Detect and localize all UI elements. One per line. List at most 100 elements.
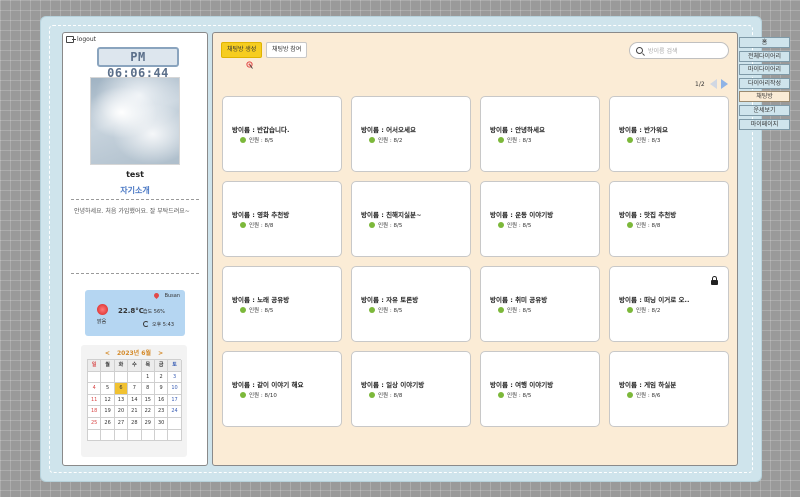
page-indicator: 1/2 — [695, 81, 705, 88]
lock-icon — [711, 276, 718, 285]
side-menu-item[interactable]: 마이페이지 — [739, 118, 790, 130]
room-name: 방이름 : 노래 공유방 — [232, 296, 290, 304]
logout-button[interactable]: logout — [66, 36, 96, 43]
online-dot-icon — [240, 392, 246, 398]
calendar-header: < 2023년 6월 > — [81, 348, 187, 357]
online-dot-icon — [627, 392, 633, 398]
calendar-weekday: 목 — [141, 360, 155, 372]
calendar-day[interactable]: 12 — [101, 394, 115, 407]
side-menu-item[interactable]: 채팅방 — [739, 91, 790, 103]
calendar-day[interactable]: 5 — [101, 383, 115, 395]
calendar-day[interactable]: 9 — [154, 383, 169, 395]
calendar-weekday: 화 — [114, 360, 129, 372]
room-card[interactable]: 방이름 : 게임 하실분 인원 : 8/6 — [609, 351, 729, 427]
calendar-day[interactable]: 30 — [154, 417, 169, 430]
calendar-day[interactable]: 26 — [101, 417, 115, 430]
search-input[interactable] — [648, 45, 726, 57]
calendar-day[interactable]: 7 — [128, 383, 142, 395]
weather-temperature: 22.8°C — [118, 307, 144, 315]
calendar-day — [101, 371, 115, 384]
calendar-day[interactable]: 16 — [154, 394, 169, 407]
search-box[interactable] — [629, 42, 729, 59]
click-cursor-icon — [246, 61, 253, 69]
calendar-day[interactable]: 10 — [168, 383, 182, 395]
room-card[interactable]: 방이름 : 취미 공유방 인원 : 8/5 — [480, 266, 600, 342]
calendar-next-button[interactable]: > — [153, 350, 168, 357]
calendar-day[interactable]: 21 — [128, 406, 142, 418]
calendar-day — [114, 429, 129, 442]
side-menu-item[interactable]: 마이다이어리 — [739, 64, 790, 76]
room-card[interactable]: 방이름 : 반갑습니다. 인원 : 8/5 — [222, 96, 342, 172]
join-room-button[interactable]: 채팅방 참여 — [266, 42, 308, 58]
next-page-arrow-icon[interactable] — [721, 79, 728, 89]
side-menu-item[interactable]: 운세보기 — [739, 104, 790, 116]
sun-icon — [97, 304, 108, 315]
calendar-day[interactable]: 8 — [141, 383, 155, 395]
room-card[interactable]: 방이름 : 반가워요 인원 : 8/3 — [609, 96, 729, 172]
room-card[interactable]: 방이름 : 일상 이야기방 인원 : 8/8 — [351, 351, 471, 427]
online-dot-icon — [627, 137, 633, 143]
online-dot-icon — [369, 392, 375, 398]
side-menu-item[interactable]: 전체다이어리 — [739, 50, 790, 62]
side-menu-item[interactable]: 다이어리작성 — [739, 77, 790, 89]
calendar-day[interactable]: 28 — [128, 417, 142, 430]
online-dot-icon — [627, 307, 633, 313]
calendar-day[interactable]: 15 — [141, 394, 155, 407]
calendar-day[interactable]: 17 — [168, 394, 182, 407]
calendar-day[interactable]: 24 — [168, 406, 182, 418]
calendar-day[interactable]: 18 — [88, 406, 102, 418]
room-card[interactable]: 방이름 : 노래 공유방인원 : 8/5 — [222, 266, 342, 342]
calendar-day[interactable]: 13 — [114, 394, 129, 407]
calendar-day[interactable]: 19 — [101, 406, 115, 418]
calendar-day[interactable]: 2 — [154, 371, 169, 384]
calendar-weekday: 월 — [101, 360, 115, 372]
online-dot-icon — [498, 137, 504, 143]
room-card[interactable]: 방이름 : 어서오세요 인원 : 8/2 — [351, 96, 471, 172]
calendar-weekday: 일 — [88, 360, 102, 372]
room-card[interactable]: 방이름 : 안녕하세요 인원 : 8/3 — [480, 96, 600, 172]
prev-page-arrow-icon[interactable] — [710, 79, 717, 89]
room-card[interactable]: 방이름 : 같이 이야기 해요 인원 : 8/10 — [222, 351, 342, 427]
refresh-icon[interactable] — [143, 321, 149, 327]
calendar-day[interactable]: 20 — [114, 406, 129, 418]
calendar-prev-button[interactable]: < — [100, 350, 115, 357]
room-member-count: 인원 : 8/5 — [378, 308, 403, 314]
calendar-day[interactable]: 6 — [114, 383, 129, 395]
calendar-day[interactable]: 27 — [114, 417, 129, 430]
room-member-count: 인원 : 8/3 — [636, 138, 661, 144]
room-member-count: 인원 : 8/8 — [249, 223, 274, 229]
calendar-day — [128, 429, 142, 442]
online-dot-icon — [369, 137, 375, 143]
search-icon — [636, 47, 643, 54]
room-card[interactable]: 방이름 : 친해지실분~ 인원 : 8/5 — [351, 181, 471, 257]
online-dot-icon — [627, 222, 633, 228]
calendar-day[interactable]: 25 — [88, 417, 102, 430]
calendar-day[interactable]: 3 — [168, 371, 182, 384]
room-card[interactable]: 방이름 : 운동 이야기방 인원 : 8/5 — [480, 181, 600, 257]
room-member-count: 인원 : 8/5 — [507, 308, 532, 314]
calendar-day[interactable]: 23 — [154, 406, 169, 418]
calendar-weekday: 수 — [128, 360, 142, 372]
room-card[interactable]: 방이름 : 떠닝 이거로 오.. 인원 : 8/2 — [609, 266, 729, 342]
calendar-day[interactable]: 11 — [88, 394, 102, 407]
room-card[interactable]: 방이름 : 영화 추천방 인원 : 8/8 — [222, 181, 342, 257]
calendar-day[interactable]: 14 — [128, 394, 142, 407]
profile-photo — [90, 77, 180, 165]
logout-icon — [66, 36, 76, 43]
calendar-day[interactable]: 4 — [88, 383, 102, 395]
room-member-count: 인원 : 8/5 — [249, 308, 274, 314]
room-member-count: 인원 : 8/2 — [636, 308, 661, 314]
room-name: 방이름 : 게임 하실분 — [619, 381, 677, 389]
room-card[interactable]: 방이름 : 여행 이야기방 인원 : 8/5 — [480, 351, 600, 427]
create-room-button[interactable]: 채팅방 생성 — [221, 42, 263, 58]
calendar-day[interactable]: 22 — [141, 406, 155, 418]
room-card[interactable]: 방이름 : 맛집 추천방 인원 : 8/8 — [609, 181, 729, 257]
calendar-day[interactable]: 1 — [141, 371, 155, 384]
side-menu-item[interactable]: 홈 — [739, 37, 790, 48]
online-dot-icon — [369, 222, 375, 228]
online-dot-icon — [498, 222, 504, 228]
online-dot-icon — [498, 392, 504, 398]
calendar-day[interactable]: 29 — [141, 417, 155, 430]
room-name: 방이름 : 반갑습니다. — [232, 126, 290, 134]
room-card[interactable]: 방이름 : 자유 토론방 인원 : 8/5 — [351, 266, 471, 342]
